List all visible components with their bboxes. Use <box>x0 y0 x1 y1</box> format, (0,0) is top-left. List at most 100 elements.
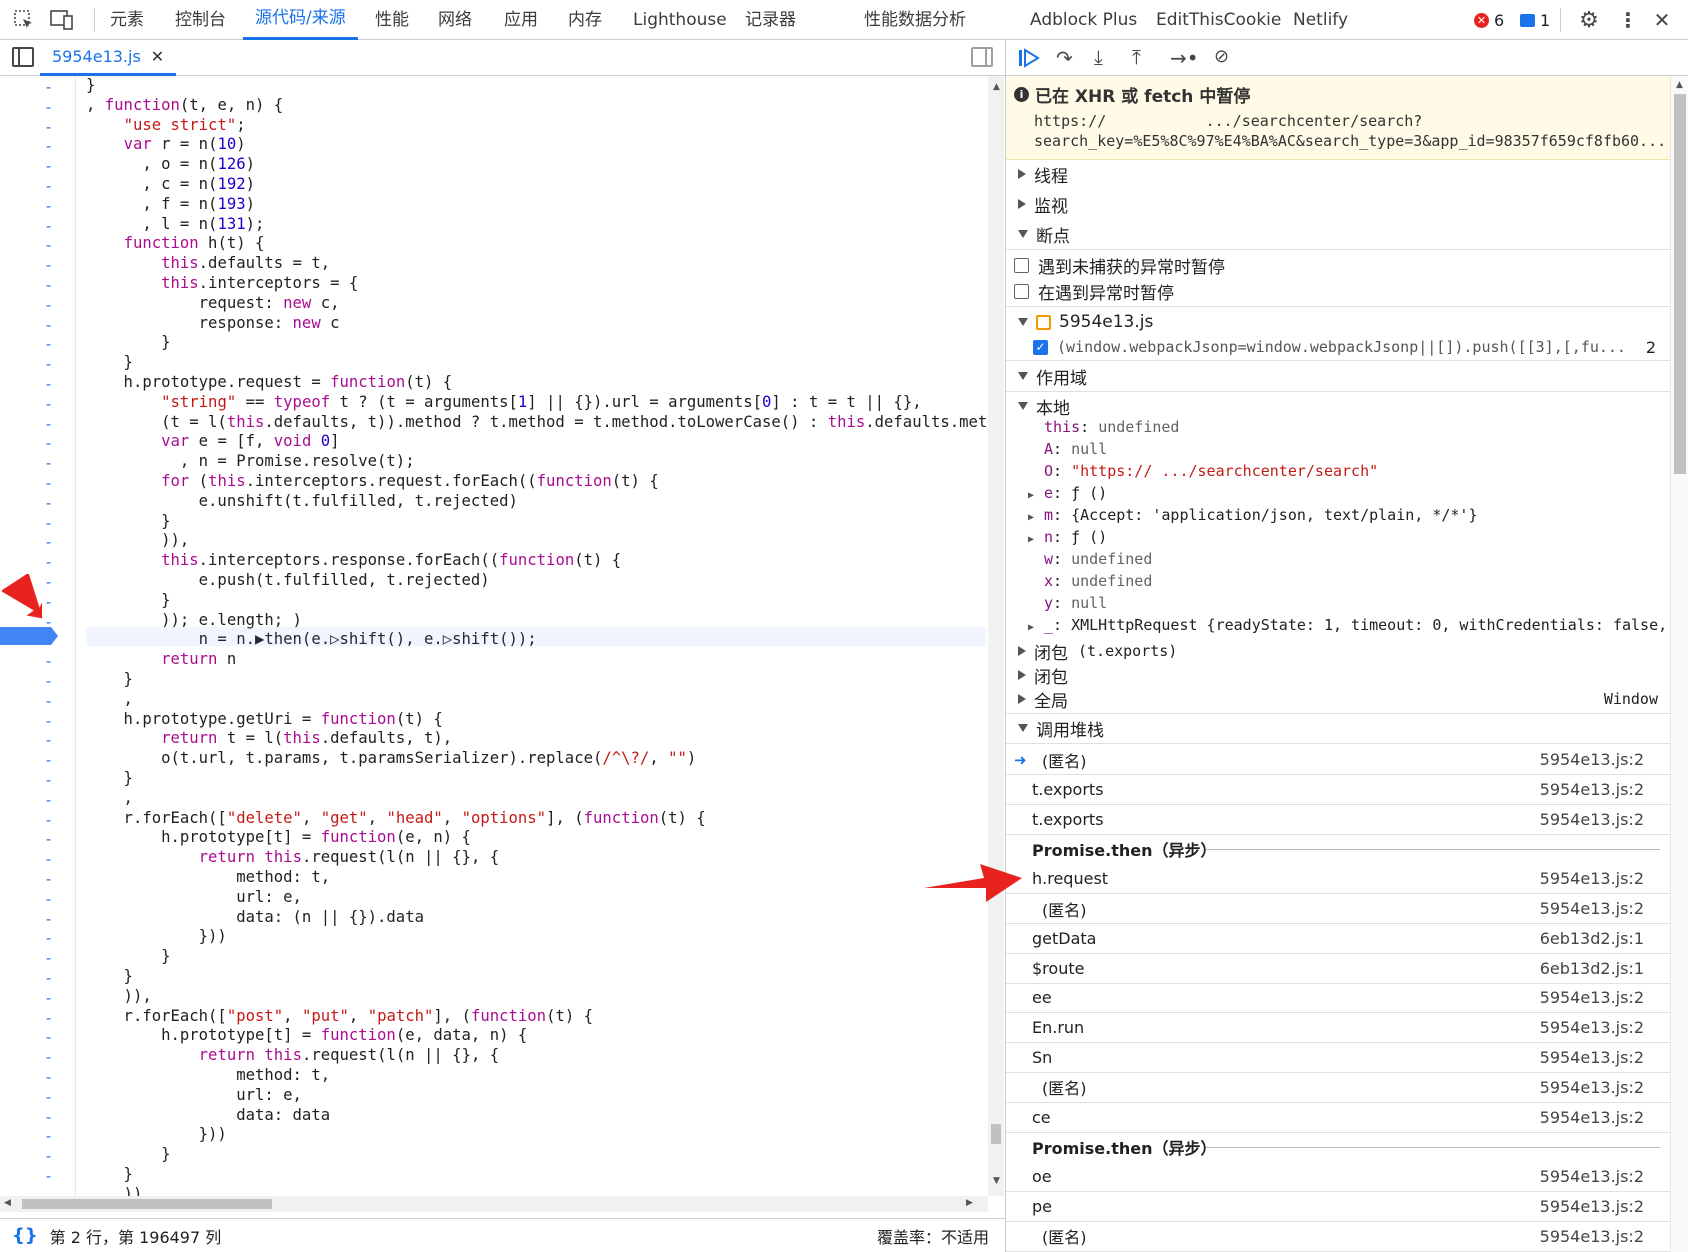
scope-variable[interactable]: ▶ _: XMLHttpRequest {readyState: 1, timeo… <box>1006 614 1670 636</box>
breakpoint-file-row[interactable]: 5954e13.js <box>1006 308 1670 336</box>
step-out-icon[interactable]: ⤒ <box>1132 45 1141 69</box>
tab-10[interactable]: Adblock Plus <box>1030 0 1137 40</box>
gutter-mark[interactable]: - <box>44 929 54 947</box>
call-frame[interactable]: En.run 5954e13.js:2 <box>1006 1013 1670 1044</box>
gutter-mark[interactable]: - <box>44 731 54 749</box>
call-frame[interactable]: (匿名) 5954e13.js:2 <box>1006 894 1670 924</box>
deactivate-breakpoints-icon[interactable]: ⊘ <box>1214 46 1229 67</box>
gutter-mark[interactable]: - <box>44 217 54 235</box>
frame-location[interactable]: 5954e13.js:2 <box>1540 780 1644 799</box>
step-icon[interactable]: →• <box>1170 46 1199 70</box>
breakpoint-checkbox[interactable]: ✓ <box>1033 339 1048 355</box>
gutter-mark[interactable]: - <box>44 355 54 373</box>
gutter-mark[interactable]: - <box>44 137 54 155</box>
tab-0[interactable]: 元素 <box>110 0 144 40</box>
gutter-mark[interactable]: - <box>44 434 54 452</box>
gutter-mark[interactable]: - <box>44 553 54 571</box>
gutter-mark[interactable]: - <box>44 1108 54 1126</box>
scope-variable[interactable]: x: undefined <box>1006 570 1670 592</box>
pause-caught-row[interactable]: 在遇到异常时暂停 <box>1006 277 1670 305</box>
frame-location[interactable]: 5954e13.js:2 <box>1540 1167 1644 1186</box>
call-frame[interactable]: t.exports 5954e13.js:2 <box>1006 805 1670 835</box>
scope-variable[interactable]: ▶ m: {Accept: 'application/json, text/pla… <box>1006 504 1670 526</box>
gutter-mark[interactable]: - <box>44 474 54 492</box>
pretty-print-icon[interactable]: {} <box>12 1225 38 1246</box>
gutter-mark[interactable]: - <box>44 236 54 254</box>
gutter-mark[interactable]: - <box>44 177 54 195</box>
tab-4[interactable]: 网络 <box>438 0 472 40</box>
gutter-mark[interactable]: - <box>44 1088 54 1106</box>
file-tab[interactable]: 5954e13.js ✕ <box>40 40 177 76</box>
tab-7[interactable]: Lighthouse <box>633 0 727 40</box>
gutter-mark[interactable]: - <box>44 118 54 136</box>
pause-caught-checkbox[interactable] <box>1014 283 1029 299</box>
call-stack-section[interactable]: 调用堆栈 <box>1006 714 1670 742</box>
call-frame[interactable]: ce 5954e13.js:2 <box>1006 1103 1670 1133</box>
tab-5[interactable]: 应用 <box>504 0 538 40</box>
global-scope-row[interactable]: 全局 Window <box>1006 685 1670 713</box>
gutter-mark[interactable]: - <box>44 256 54 274</box>
toggle-debugger-icon[interactable] <box>971 47 993 67</box>
gutter-mark[interactable]: - <box>44 533 54 551</box>
frame-location[interactable]: 5954e13.js:2 <box>1540 899 1644 918</box>
message-counter[interactable]: 1 <box>1520 0 1550 40</box>
gutter-mark[interactable]: - <box>44 811 54 829</box>
call-frame[interactable]: $route 6eb13d2.js:1 <box>1006 954 1670 984</box>
tab-9[interactable]: 性能数据分析 <box>864 0 966 40</box>
gutter-mark[interactable]: - <box>44 989 54 1007</box>
gutter-mark[interactable]: - <box>44 890 54 908</box>
call-frame[interactable]: h.request 5954e13.js:2 <box>1006 864 1670 895</box>
gutter-mark[interactable]: - <box>44 870 54 888</box>
frame-location[interactable]: 5954e13.js:2 <box>1540 1078 1644 1097</box>
tab-8[interactable]: 记录器 <box>745 0 796 40</box>
gutter-mark[interactable]: - <box>44 98 54 116</box>
frame-location[interactable]: 5954e13.js:2 <box>1540 1108 1644 1127</box>
tab-6[interactable]: 内存 <box>568 0 602 40</box>
inspect-element-icon[interactable] <box>10 6 38 34</box>
frame-location[interactable]: 5954e13.js:2 <box>1540 1018 1644 1037</box>
gutter-mark[interactable]: - <box>44 335 54 353</box>
gutter-mark[interactable]: - <box>44 197 54 215</box>
breakpoint-entry[interactable]: ✓ (window.webpackJsonp=window.webpackJso… <box>1006 333 1670 361</box>
frame-location[interactable]: 5954e13.js:2 <box>1540 1227 1644 1246</box>
scope-variable[interactable]: O: "https:// .../searchcenter/search" <box>1006 460 1670 482</box>
scope-section[interactable]: 作用域 <box>1006 362 1670 390</box>
gutter-mark[interactable]: - <box>44 910 54 928</box>
frame-location[interactable]: 6eb13d2.js:1 <box>1540 959 1644 978</box>
sidebar-scroll-thumb[interactable] <box>1674 94 1686 474</box>
gutter-mark[interactable]: - <box>44 692 54 710</box>
code-scroll-thumb[interactable] <box>991 1124 1001 1144</box>
gutter-mark[interactable]: - <box>44 1048 54 1066</box>
frame-location[interactable]: 5954e13.js:2 <box>1540 988 1644 1007</box>
gutter-mark[interactable]: - <box>44 1127 54 1145</box>
more-options-icon[interactable]: ⋮ <box>1614 6 1642 34</box>
resume-icon[interactable] <box>1018 48 1042 68</box>
sidebar-scrollbar[interactable]: ▲ <box>1670 76 1688 1252</box>
gutter-mark[interactable]: - <box>44 157 54 175</box>
watch-section[interactable]: 监视 <box>1006 190 1670 218</box>
breakpoints-section[interactable]: 断点 <box>1006 220 1670 248</box>
gutter-mark[interactable]: - <box>44 712 54 730</box>
gutter-mark[interactable]: - <box>44 1028 54 1046</box>
tab-2[interactable]: 源代码/来源 <box>243 0 358 40</box>
gutter-mark[interactable]: - <box>44 672 54 690</box>
gutter-mark[interactable]: - <box>44 593 54 611</box>
step-over-icon[interactable]: ↷ <box>1056 46 1073 70</box>
gutter-mark[interactable]: - <box>44 949 54 967</box>
frame-location[interactable]: 5954e13.js:2 <box>1540 750 1644 769</box>
gutter-mark[interactable]: - <box>44 1147 54 1165</box>
code-horizontal-scrollbar[interactable]: ◀ ▶ <box>0 1196 988 1212</box>
scope-variable[interactable]: A: null <box>1006 438 1670 460</box>
frame-location[interactable]: 5954e13.js:2 <box>1540 869 1644 888</box>
gutter-mark[interactable]: - <box>44 415 54 433</box>
scope-variable[interactable]: ▶ e: ƒ () <box>1006 482 1670 504</box>
gutter-mark[interactable]: - <box>44 1009 54 1027</box>
close-tab-icon[interactable]: ✕ <box>151 47 164 66</box>
close-devtools-icon[interactable]: ✕ <box>1648 6 1676 34</box>
tab-11[interactable]: EditThisCookie <box>1156 0 1281 40</box>
gutter-mark[interactable]: - <box>44 276 54 294</box>
gutter-mark[interactable]: - <box>44 771 54 789</box>
step-into-icon[interactable]: ⤓ <box>1094 45 1103 69</box>
call-frame[interactable]: (匿名) 5954e13.js:2 <box>1006 1222 1670 1252</box>
scope-variable[interactable]: this: undefined <box>1006 416 1670 438</box>
